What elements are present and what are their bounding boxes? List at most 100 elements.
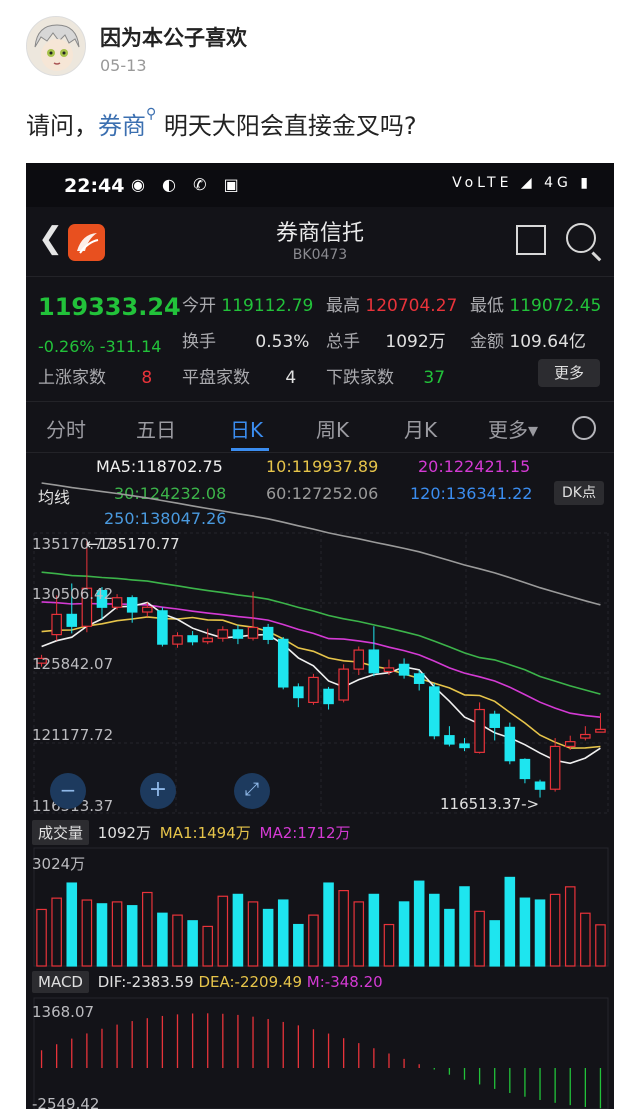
post-text: 请问，券商⚲ 明天大阳会直接金叉吗? [26, 106, 417, 141]
volume-bar [277, 899, 289, 967]
volume-bar [157, 912, 168, 967]
post-date: 05-13 [100, 56, 147, 75]
macd-dea: DEA:-2209.49 [198, 973, 302, 991]
candle-body [459, 743, 470, 749]
candle-body [383, 667, 395, 673]
volume-bar [368, 893, 380, 967]
macd-indicator-select[interactable]: MACD [32, 971, 89, 993]
topic-tag[interactable]: 券商 [98, 112, 146, 140]
volume-bar [187, 920, 198, 967]
volume-ma1: MA1:1494万 [159, 824, 251, 842]
macd-frame [33, 997, 609, 1109]
volume-y-label: 3024万 [32, 855, 86, 873]
candle-body [398, 663, 410, 676]
volume-bars [36, 876, 606, 967]
stock-screenshot[interactable]: 22:44 ◉ ◐ ✆ ▣ VoLTE ◢ 4G ▮ ❮ 券商信托 BK0473… [26, 163, 614, 1109]
candle-body [504, 726, 516, 762]
volume-bar [580, 912, 591, 967]
candle-body [157, 610, 168, 645]
candle-body [519, 758, 531, 780]
candle-body [262, 626, 274, 640]
candle-body [51, 613, 62, 636]
candle-body [413, 673, 425, 684]
volume-bar [474, 910, 485, 967]
zoom-out-button[interactable]: − [50, 773, 86, 809]
volume-bar [308, 914, 319, 967]
candle-body [580, 733, 591, 739]
volume-bar [595, 924, 606, 967]
volume-bar [202, 925, 213, 967]
candle-body [187, 635, 198, 643]
volume-bar [534, 899, 546, 967]
macd-y-top: 1368.07 [32, 1003, 95, 1021]
fullscreen-button[interactable]: ⤢ [234, 773, 270, 809]
volume-bar [353, 901, 365, 967]
candle-body [489, 713, 500, 728]
volume-bar [126, 905, 138, 967]
avatar[interactable] [26, 16, 86, 76]
volume-bar [398, 901, 410, 967]
zoom-out-icon: − [59, 778, 77, 802]
candle-body [232, 629, 244, 639]
post-text-body: 明天大阳会直接金叉吗? [156, 112, 417, 140]
volume-bar [51, 897, 62, 967]
candle-body [595, 728, 606, 733]
kline-y-label-3: 125842.07 [32, 655, 114, 673]
macd-header: MACD DIF:-2383.59 DEA:-2209.49 M:-348.20 [32, 971, 383, 993]
candle-body [247, 626, 259, 639]
volume-ma2: MA2:1712万 [259, 824, 351, 842]
search-icon[interactable]: ⚲ [146, 106, 156, 122]
post-text-prefix: 请问， [26, 112, 98, 140]
volume-bar [383, 923, 395, 967]
candle-body [429, 686, 440, 737]
candle-body [564, 741, 576, 747]
kline-y-label-2: 130506.42 [32, 585, 114, 603]
username[interactable]: 因为本公子喜欢 [100, 22, 247, 52]
volume-bar [429, 893, 440, 967]
kline-max-marker: ←135170.77 [86, 535, 180, 553]
candle-body [338, 668, 349, 701]
volume-bar [142, 891, 153, 967]
volume-bar [81, 899, 93, 967]
candle-body [368, 649, 380, 674]
volume-bar [111, 901, 123, 967]
ma30-line [41, 571, 601, 695]
macd-histogram [40, 1013, 602, 1109]
candle-body [66, 613, 78, 627]
volume-bar [96, 903, 108, 967]
volume-bar [217, 895, 229, 967]
kline-min-marker: 116513.37-> [440, 795, 540, 813]
zoom-in-button[interactable]: + [140, 773, 176, 809]
volume-bar [66, 882, 78, 967]
macd-m: M:-348.20 [306, 973, 383, 991]
candle-body [142, 606, 153, 613]
candle-body [126, 597, 138, 613]
candle-body [444, 735, 455, 745]
expand-icon: ⤢ [244, 779, 260, 800]
candle-body [308, 676, 319, 703]
kline-chart[interactable] [26, 163, 614, 1109]
candle-body [293, 686, 304, 699]
volume-bar [489, 920, 500, 967]
volume-indicator-select[interactable]: 成交量 [32, 820, 90, 845]
candle-body [549, 745, 561, 790]
volume-bar [504, 876, 516, 967]
zoom-in-icon: + [148, 777, 168, 802]
volume-bar [232, 893, 244, 967]
candle-body [202, 637, 213, 643]
volume-header: 成交量 1092万 MA1:1494万 MA2:1712万 [32, 820, 351, 845]
macd-dif: DIF:-2383.59 [97, 973, 194, 991]
volume-bar [36, 908, 47, 967]
candle-body [474, 708, 485, 753]
candle-body [534, 781, 546, 790]
candle-body [353, 649, 365, 670]
post-header: 因为本公子喜欢 05-13 [0, 0, 640, 90]
volume-bar [262, 908, 274, 967]
candle-body [111, 597, 123, 608]
volume-bar [338, 890, 349, 967]
volume-bar [172, 914, 183, 967]
candle-body [277, 638, 289, 688]
macd-y-bottom: -2549.42 [32, 1095, 100, 1109]
volume-bar [549, 893, 561, 967]
volume-bar [519, 897, 531, 967]
